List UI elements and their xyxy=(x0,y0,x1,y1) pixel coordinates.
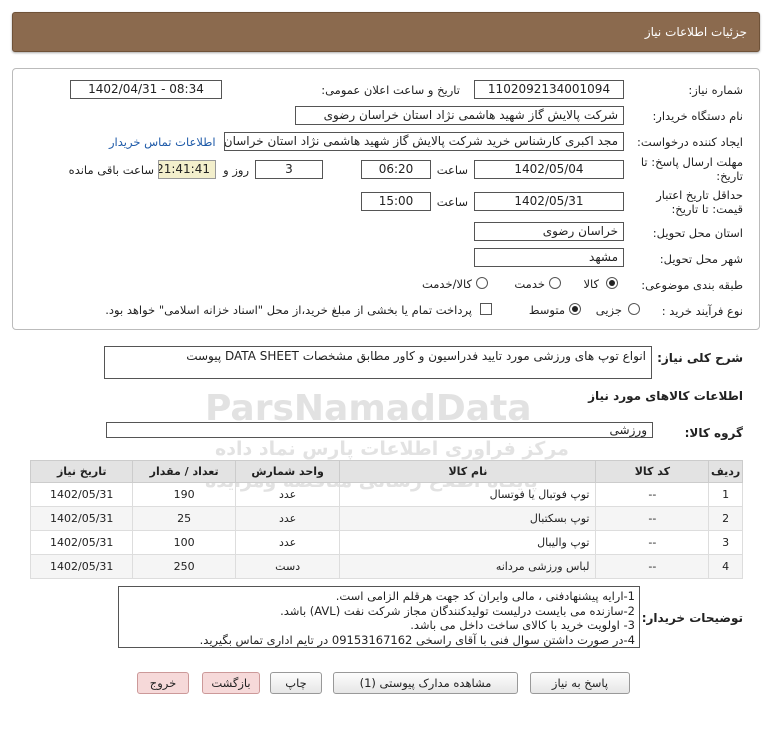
buyer-label: نام دستگاه خریدار: xyxy=(652,109,743,123)
deadline-time-label: ساعت xyxy=(436,163,468,177)
cell-unit: عدد xyxy=(234,530,341,555)
buyer-contact-link[interactable]: اطلاعات تماس خریدار xyxy=(109,135,216,149)
cell-row: 1 xyxy=(708,482,743,507)
need-number-label: شماره نیاز: xyxy=(688,83,743,97)
summary-label: شرح کلی نیاز: xyxy=(657,351,743,365)
announce-label: تاریخ و ساعت اعلان عمومی: xyxy=(321,83,460,97)
remaining-days-field: 3 xyxy=(255,160,323,179)
validity-time-label: ساعت xyxy=(436,195,468,209)
cell-need-date: 1402/05/31 xyxy=(29,506,134,531)
table-row: 2 -- توپ بسکتبال عدد 25 1402/05/31 xyxy=(29,506,743,531)
goods-table-header: ردیف کد کالا نام کالا واحد شمارش تعداد /… xyxy=(29,460,743,483)
cell-code: -- xyxy=(595,482,710,507)
cell-need-date: 1402/05/31 xyxy=(29,554,134,579)
validity-label: حداقل تاریخ اعتبار xyxy=(656,188,743,202)
buyer-note-line: 1-ارایه پیشنهادفنی ، مالی وایران کد جهت … xyxy=(335,589,635,603)
cell-quantity: 25 xyxy=(132,506,236,531)
buyer-notes-label: توضیحات خریدار: xyxy=(641,611,743,625)
city-field: مشهد xyxy=(474,248,624,267)
deadline-time-field: 06:20 xyxy=(361,160,431,179)
view-attachments-button[interactable]: مشاهده مدارک پیوستی (1) xyxy=(333,672,518,694)
cell-name: توپ بسکتبال xyxy=(339,506,597,531)
process-radio-medium[interactable] xyxy=(569,303,581,315)
col-unit: واحد شمارش xyxy=(234,460,341,483)
cell-name: توپ فوتبال یا فوتسال xyxy=(339,482,597,507)
category-option-goods: کالا xyxy=(583,277,599,291)
buyer-field: شرکت پالایش گاز شهید هاشمی نژاد استان خر… xyxy=(295,106,624,125)
buyer-note-line: 3- اولویت خرید با کالای ساخت داخل می باش… xyxy=(410,618,635,632)
category-option-goods-service: کالا/خدمت xyxy=(421,277,472,291)
col-quantity: تعداد / مقدار xyxy=(132,460,236,483)
goods-group-label: گروه کالا: xyxy=(684,426,743,440)
table-row: 1 -- توپ فوتبال یا فوتسال عدد 190 1402/0… xyxy=(29,482,743,507)
goods-table: ردیف کد کالا نام کالا واحد شمارش تعداد /… xyxy=(29,460,743,579)
cell-code: -- xyxy=(595,554,710,579)
deadline-label: مهلت ارسال پاسخ: تا xyxy=(640,155,743,169)
process-radio-partial[interactable] xyxy=(628,303,640,315)
col-code: کد کالا xyxy=(595,460,710,483)
cell-need-date: 1402/05/31 xyxy=(29,530,134,555)
cell-unit: عدد xyxy=(234,482,341,507)
category-radio-goods-service[interactable] xyxy=(476,277,488,289)
treasury-payment-checkbox[interactable] xyxy=(480,303,492,315)
cell-unit: عدد xyxy=(234,506,341,531)
table-row: 3 -- توپ والیبال عدد 100 1402/05/31 xyxy=(29,530,743,555)
cell-name: توپ والیبال xyxy=(339,530,597,555)
back-button[interactable]: بازگشت xyxy=(202,672,260,694)
cell-row: 2 xyxy=(708,506,743,531)
cell-row: 3 xyxy=(708,530,743,555)
creator-label: ایجاد کننده درخواست: xyxy=(637,135,743,149)
cell-unit: دست xyxy=(234,554,341,579)
buyer-note-line: 4-در صورت داشتن سوال فنی با آقای راسخی 0… xyxy=(199,632,635,647)
deadline-label-date: تاریخ: xyxy=(716,169,743,183)
print-button[interactable]: چاپ xyxy=(270,672,322,694)
deadline-date-field: 1402/05/04 xyxy=(474,160,624,179)
validity-date-field: 1402/05/31 xyxy=(474,192,624,211)
remaining-label: ساعت باقی مانده xyxy=(68,163,154,177)
announce-field: 1402/04/31 - 08:34 xyxy=(70,80,222,99)
city-label: شهر محل تحویل: xyxy=(659,252,743,266)
province-label: استان محل تحویل: xyxy=(652,226,743,240)
cell-code: -- xyxy=(595,506,710,531)
category-radio-goods[interactable] xyxy=(606,277,618,289)
goods-group-field: ورزشی xyxy=(106,422,653,438)
col-need-date: تاریخ نیاز xyxy=(29,460,134,483)
watermark-persian-1: مرکز فراوری اطلاعات پارس نماد داده xyxy=(215,438,569,460)
cell-name: لباس ورزشی مردانه xyxy=(339,554,597,579)
need-number-field: 1102092134001094 xyxy=(474,80,624,99)
buyer-note-line: 2-سازنده می بایست درلیست تولیدکنندگان مج… xyxy=(280,603,635,618)
process-label: نوع فرآیند خرید : xyxy=(661,304,743,318)
cell-code: -- xyxy=(595,530,710,555)
creator-field: مجد اکبری کارشناس خرید شرکت پالایش گاز ش… xyxy=(224,132,624,151)
buyer-notes-box: 1-ارایه پیشنهادفنی ، مالی وایران کد جهت … xyxy=(118,586,640,648)
process-option-medium: متوسط xyxy=(528,303,565,317)
col-name: نام کالا xyxy=(339,460,597,483)
remaining-time-field: 21:41:41 xyxy=(158,160,216,179)
cell-need-date: 1402/05/31 xyxy=(29,482,134,507)
validity-label-date: قیمت: تا تاریخ: xyxy=(671,202,743,216)
cell-quantity: 100 xyxy=(132,530,236,555)
exit-button[interactable]: خروج xyxy=(137,672,189,694)
page-header: جزئیات اطلاعات نیاز xyxy=(12,12,760,52)
category-label: طبقه بندی موضوعی: xyxy=(641,278,743,292)
cell-quantity: 250 xyxy=(132,554,236,579)
treasury-payment-note: پرداخت تمام یا بخشی از مبلغ خرید،از محل … xyxy=(105,303,472,317)
validity-time-field: 15:00 xyxy=(361,192,431,211)
goods-section-title: اطلاعات کالاهای مورد نیاز xyxy=(588,389,743,403)
cell-quantity: 190 xyxy=(132,482,236,507)
process-option-partial: جزیی xyxy=(595,303,622,317)
summary-field: انواع توپ های ورزشی مورد تایید فدراسیون … xyxy=(104,346,652,379)
table-row: 4 -- لباس ورزشی مردانه دست 250 1402/05/3… xyxy=(29,554,743,579)
category-radio-service[interactable] xyxy=(549,277,561,289)
cell-row: 4 xyxy=(708,554,743,579)
page-title: جزئیات اطلاعات نیاز xyxy=(644,25,747,39)
reply-button[interactable]: پاسخ به نیاز xyxy=(530,672,630,694)
province-field: خراسان رضوی xyxy=(474,222,624,241)
col-row: ردیف xyxy=(708,460,743,483)
days-label: روز و xyxy=(223,163,249,177)
category-option-service: خدمت xyxy=(514,277,545,291)
